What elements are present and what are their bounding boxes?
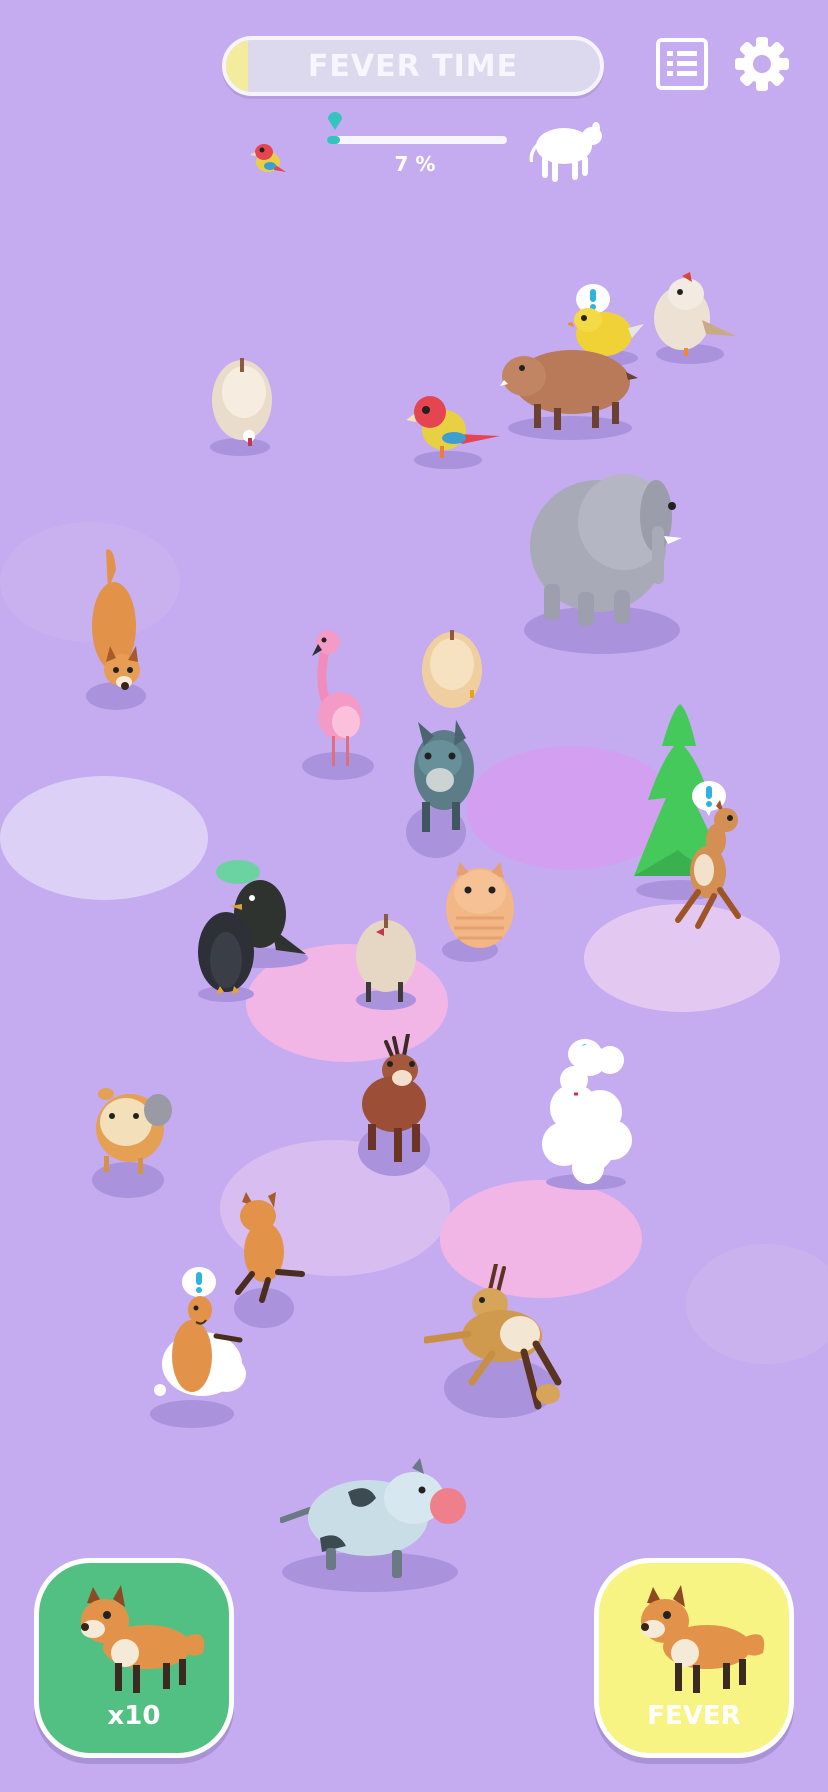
elephant[interactable] xyxy=(522,466,694,662)
fox[interactable] xyxy=(76,546,156,716)
sheep[interactable] xyxy=(534,1040,634,1192)
progress-percent: 7 % xyxy=(394,152,436,176)
guinea-pig[interactable] xyxy=(88,1080,178,1198)
warthog[interactable] xyxy=(500,338,640,442)
cat[interactable] xyxy=(350,912,420,1012)
fever-time-label: FEVER TIME xyxy=(307,48,519,84)
fox-icon xyxy=(81,1585,205,1693)
chicken[interactable] xyxy=(646,270,738,370)
ground-circle xyxy=(0,776,208,900)
fever-time-bar: FEVER TIME xyxy=(222,36,604,96)
deer[interactable] xyxy=(668,800,752,940)
fever-label: FEVER xyxy=(647,1701,741,1731)
spawn-count-label: x10 xyxy=(107,1701,161,1731)
gazelle[interactable] xyxy=(424,1264,566,1428)
donkey[interactable] xyxy=(400,712,484,858)
ground-circle xyxy=(686,1244,828,1364)
progress-fill xyxy=(327,136,340,144)
list-icon[interactable] xyxy=(656,38,708,90)
hamster[interactable] xyxy=(204,352,284,462)
cow[interactable] xyxy=(280,1458,472,1592)
fever-button[interactable]: FEVER xyxy=(594,1558,794,1758)
pig[interactable] xyxy=(438,858,522,966)
penguin[interactable] xyxy=(194,902,258,1004)
cow-silhouette-icon xyxy=(526,118,606,184)
parrot[interactable] xyxy=(402,392,502,474)
gear-icon[interactable] xyxy=(734,36,790,92)
hamster[interactable] xyxy=(418,630,484,712)
moose[interactable] xyxy=(354,1034,438,1180)
progress-marker-icon xyxy=(327,112,343,130)
spawn-animals-button[interactable]: x10 xyxy=(34,1558,234,1758)
llama[interactable] xyxy=(146,1296,250,1430)
parrot-icon xyxy=(244,136,288,180)
fox-icon xyxy=(641,1585,765,1693)
flamingo[interactable] xyxy=(296,626,380,786)
progress-track xyxy=(327,136,507,144)
